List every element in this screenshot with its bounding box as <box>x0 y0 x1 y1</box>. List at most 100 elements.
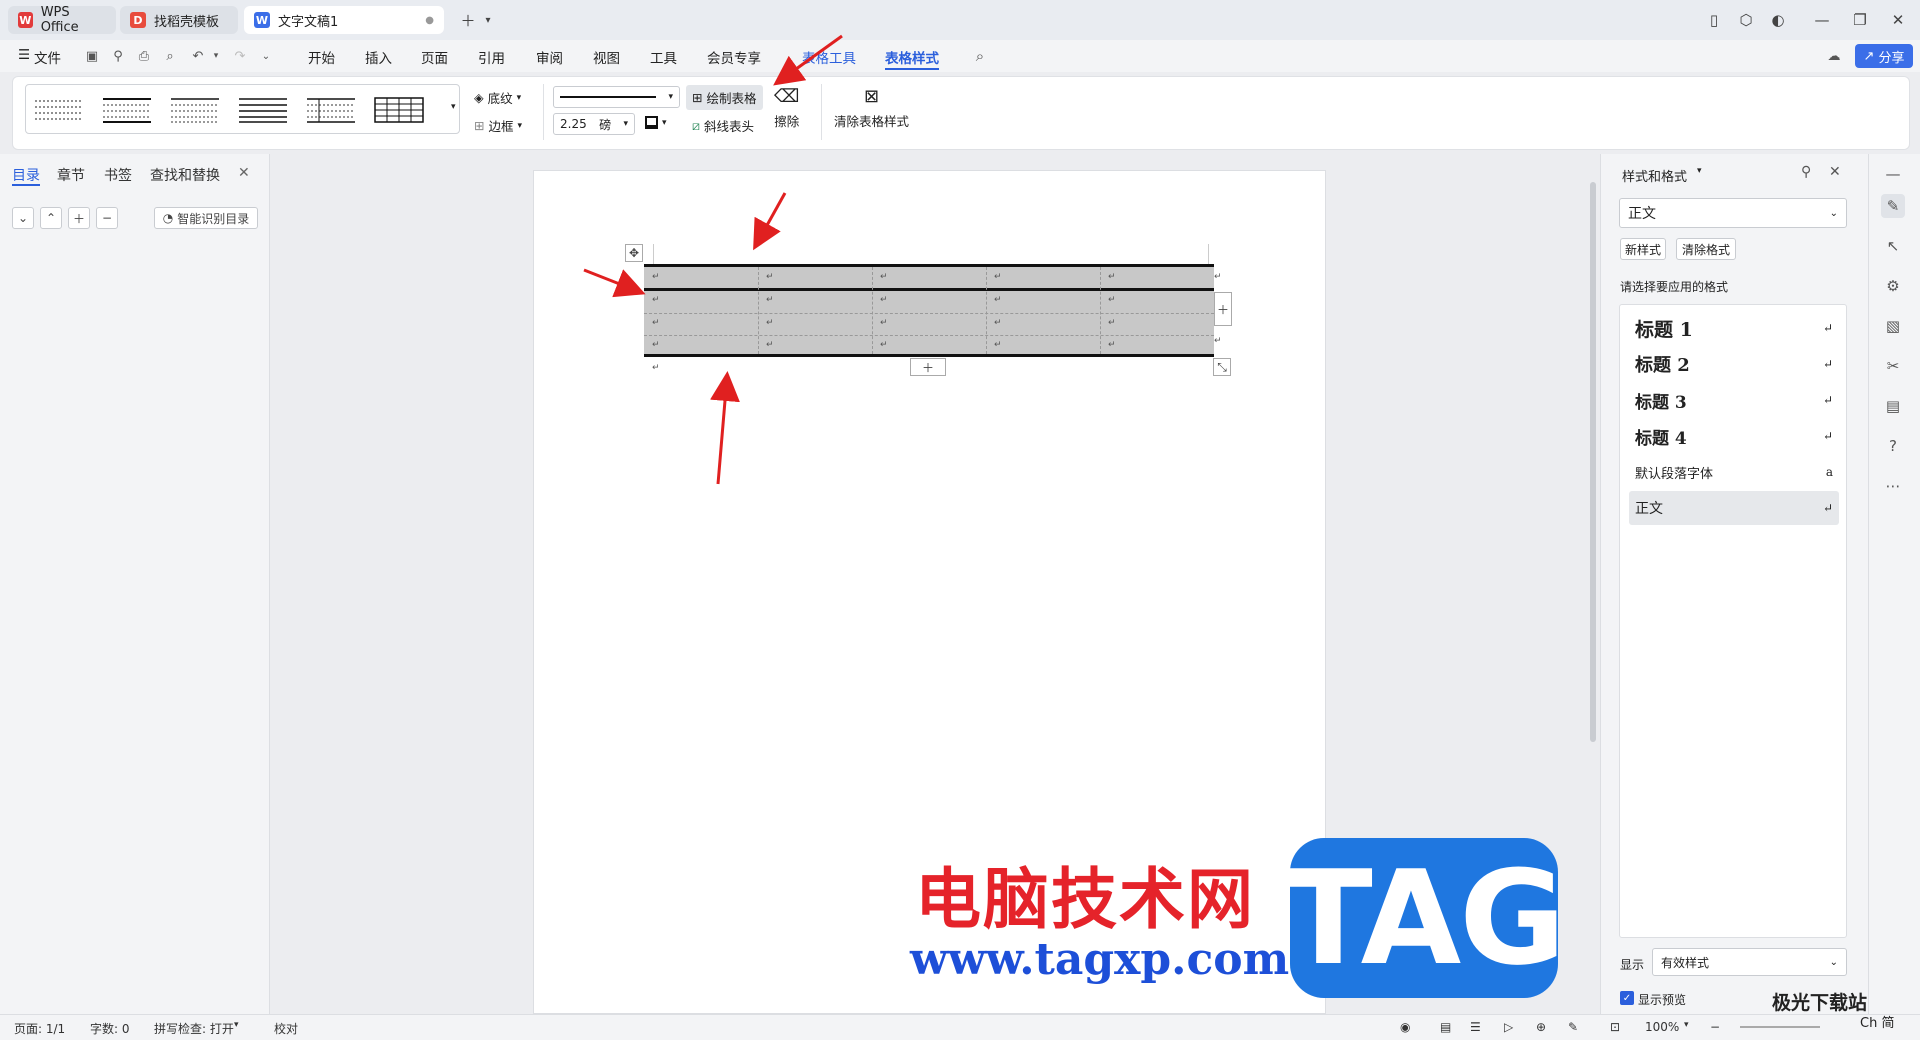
new-style-button[interactable]: 新样式 <box>1620 238 1666 260</box>
save-icon[interactable]: ▣ <box>84 48 100 64</box>
more-icon[interactable]: ⋯ <box>1881 474 1905 498</box>
table-style-thumb-4[interactable] <box>237 95 289 125</box>
expand-icon[interactable]: ⌃ <box>40 207 62 229</box>
menu-start[interactable]: 开始 <box>308 47 335 67</box>
line-width-select[interactable]: 2.25 磅 ▾ <box>553 113 635 135</box>
chevron-down-icon[interactable]: ▾ <box>476 8 500 32</box>
table-move-handle-icon[interactable]: ✥ <box>625 244 643 262</box>
outline-view-icon[interactable]: ☰ <box>1470 1020 1481 1034</box>
zoom-level[interactable]: 100% <box>1645 1020 1679 1034</box>
style-heading-4[interactable]: 标题 4 ↵ <box>1629 419 1839 453</box>
zoom-slider[interactable] <box>1740 1026 1820 1028</box>
draw-table-button[interactable]: ⊞ 绘制表格 <box>686 85 763 110</box>
undo-icon[interactable]: ↶ <box>190 48 206 64</box>
page-view-icon[interactable]: ▤ <box>1440 1020 1451 1034</box>
pen-color-button[interactable]: ▾ <box>645 116 667 129</box>
resize-table-icon[interactable]: ⤡ <box>1213 358 1231 376</box>
menu-table-tools[interactable]: 表格工具 <box>802 47 856 67</box>
remove-level-icon[interactable]: − <box>96 207 118 229</box>
close-icon[interactable]: ✕ <box>1886 8 1910 32</box>
link-icon[interactable]: ⚲ <box>110 48 126 64</box>
table-style-thumb-5[interactable] <box>305 95 357 125</box>
redo-icon[interactable]: ↷ <box>232 48 248 64</box>
menu-review[interactable]: 审阅 <box>536 47 563 67</box>
style-heading-2[interactable]: 标题 2 ↵ <box>1629 347 1839 381</box>
add-column-icon[interactable]: ＋ <box>1214 292 1232 326</box>
help-icon[interactable]: ? <box>1881 434 1905 458</box>
smart-toc-button[interactable]: ◔ 智能识别目录 <box>154 207 258 229</box>
close-panel-icon[interactable]: ✕ <box>238 165 250 181</box>
table-style-thumb-3[interactable] <box>169 95 221 125</box>
menu-member[interactable]: 会员专享 <box>707 47 761 67</box>
show-preview-checkbox[interactable]: ✓ <box>1620 991 1634 1005</box>
menu-view[interactable]: 视图 <box>593 47 620 67</box>
style-body[interactable]: 正文 ↵ <box>1629 491 1839 525</box>
add-row-icon[interactable]: ＋ <box>910 358 946 376</box>
menu-page[interactable]: 页面 <box>421 47 448 67</box>
tab-chapters[interactable]: 章节 <box>57 165 85 185</box>
collapse-icon[interactable]: ⌄ <box>12 207 34 229</box>
word-count[interactable]: 字数: 0 <box>90 1020 130 1037</box>
layout-icon[interactable]: ▯ <box>1702 8 1726 32</box>
search-icon[interactable]: ⌕ <box>972 47 988 65</box>
tab-wps-office[interactable]: W WPS Office <box>8 5 116 35</box>
menu-file[interactable]: 文件 <box>34 47 61 67</box>
style-default-font[interactable]: 默认段落字体 a <box>1629 455 1839 489</box>
print-preview-icon[interactable]: ⌕ <box>162 48 178 64</box>
tab-bookmarks[interactable]: 书签 <box>104 165 132 185</box>
clear-format-button[interactable]: 清除格式 <box>1676 238 1736 260</box>
spell-check[interactable]: 拼写检查: 打开 <box>154 1020 234 1037</box>
collapse-sidebar-icon[interactable]: — <box>1881 162 1905 186</box>
cloud-icon[interactable]: ☁ <box>1826 48 1842 64</box>
diagonal-header-button[interactable]: ⧄ 斜线表头 <box>692 116 754 135</box>
table-style-thumb-1[interactable] <box>33 95 85 125</box>
chevron-down-icon[interactable]: ▾ <box>1684 1020 1689 1030</box>
minimize-icon[interactable]: — <box>1810 8 1834 32</box>
play-icon[interactable]: ▷ <box>1504 1020 1513 1034</box>
tab-toc[interactable]: 目录 <box>12 165 40 185</box>
tab-find-replace[interactable]: 查找和替换 <box>150 165 220 185</box>
print-icon[interactable]: ⎙ <box>136 48 152 64</box>
eye-icon[interactable]: ◉ <box>1400 1020 1410 1034</box>
add-level-icon[interactable]: ＋ <box>68 207 90 229</box>
cube-icon[interactable]: ⬡ <box>1734 8 1758 32</box>
chevron-down-icon[interactable]: ▾ <box>208 48 224 64</box>
pin-icon[interactable]: ⚲ <box>1801 164 1811 180</box>
restore-icon[interactable]: ❐ <box>1848 8 1872 32</box>
current-style-select[interactable]: 正文 ⌄ <box>1619 198 1847 228</box>
reader-icon[interactable]: ▤ <box>1881 394 1905 418</box>
line-style-select[interactable]: ▾ <box>553 86 680 108</box>
menu-reference[interactable]: 引用 <box>478 47 505 67</box>
gallery-expand-icon[interactable]: ▾ <box>451 102 456 112</box>
table[interactable] <box>644 264 1214 357</box>
select-pointer-icon[interactable]: ↖ <box>1881 234 1905 258</box>
adjust-sliders-icon[interactable]: ⚙ <box>1881 274 1905 298</box>
vertical-scrollbar[interactable] <box>1586 154 1600 1014</box>
style-heading-1[interactable]: 标题 1 ↵ <box>1629 311 1839 345</box>
menu-tools[interactable]: 工具 <box>650 47 677 67</box>
scrollbar-thumb[interactable] <box>1590 182 1596 742</box>
style-pen-icon[interactable]: ✎ <box>1881 194 1905 218</box>
unsaved-dot-icon[interactable]: ● <box>425 15 434 26</box>
clear-table-style-button[interactable]: ⊠ 清除表格样式 <box>834 86 909 130</box>
hamburger-icon[interactable]: ☰ <box>18 47 30 63</box>
menu-insert[interactable]: 插入 <box>365 47 392 67</box>
tab-docer-templates[interactable]: D 找稻壳模板 <box>120 6 238 34</box>
shading-button[interactable]: ◈ 底纹 ▾ <box>474 88 521 107</box>
avatar[interactable]: ◐ <box>1766 8 1790 32</box>
web-view-icon[interactable]: ⊕ <box>1536 1020 1546 1034</box>
chevron-down-icon[interactable]: ▾ <box>1697 166 1702 176</box>
more-chevron-icon[interactable]: ⌄ <box>258 48 274 64</box>
styles-panel-title[interactable]: 样式和格式 <box>1622 166 1687 185</box>
fit-page-icon[interactable]: ⊡ <box>1610 1020 1620 1034</box>
zoom-out-icon[interactable]: − <box>1710 1020 1720 1034</box>
erase-button[interactable]: ⌫ 擦除 <box>774 86 799 130</box>
tools-icon[interactable]: ✂ <box>1881 354 1905 378</box>
share-button[interactable]: ↗ 分享 <box>1855 44 1913 68</box>
table-style-thumb-6[interactable] <box>373 95 425 125</box>
page-indicator[interactable]: 页面: 1/1 <box>14 1020 65 1037</box>
menu-table-style[interactable]: 表格样式 <box>885 47 939 67</box>
border-button[interactable]: ⊞ 边框 ▾ <box>474 116 522 135</box>
show-filter-select[interactable]: 有效样式 ⌄ <box>1652 948 1847 976</box>
image-edit-icon[interactable]: ▧ <box>1881 314 1905 338</box>
